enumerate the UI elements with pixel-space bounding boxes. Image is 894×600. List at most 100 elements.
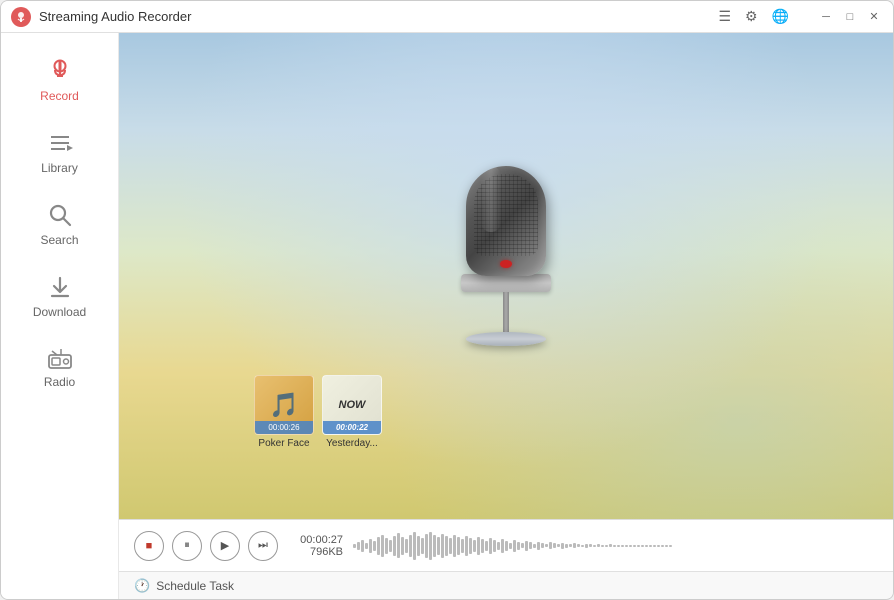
waveform-bar: [653, 545, 656, 547]
record-icon: [47, 57, 73, 83]
play-button[interactable]: ▶: [210, 531, 240, 561]
waveform-bar: [461, 539, 464, 553]
waveform-bar: [369, 539, 372, 553]
waveform-bar: [441, 534, 444, 558]
app-icon: [11, 7, 31, 27]
waveform-bar: [561, 543, 564, 549]
library-icon: [47, 131, 73, 155]
mic-base: [466, 332, 546, 346]
sidebar: Record Library: [1, 33, 119, 599]
sidebar-label-search: Search: [40, 233, 78, 247]
waveform-bar: [565, 544, 568, 548]
waveform-bar: [429, 532, 432, 560]
waveform-bar: [537, 542, 540, 550]
waveform-bar: [453, 535, 456, 557]
waveform-bar: [645, 545, 648, 547]
mic-body: [466, 166, 546, 276]
sidebar-label-download: Download: [33, 305, 86, 319]
schedule-label: Schedule Task: [156, 579, 234, 593]
app-window: Streaming Audio Recorder ☰ ⚙ 🌐 ─ □ ✕: [0, 0, 894, 600]
waveform-bar: [549, 542, 552, 549]
waveform-bar: [541, 543, 544, 548]
thumb-time-2: 00:00:22: [323, 421, 381, 434]
mic-band: [461, 274, 551, 292]
waveform-bar: [605, 545, 608, 547]
mic-stem: [503, 292, 509, 332]
waveform-bar: [505, 541, 508, 551]
pause-button[interactable]: ⏸: [172, 531, 202, 561]
minimize-button[interactable]: ─: [817, 8, 835, 26]
waveform-bar: [669, 545, 672, 547]
waveform-bar: [665, 545, 668, 547]
waveform-bar: [385, 538, 388, 554]
waveform-bar: [497, 542, 500, 550]
waveform-bar: [557, 544, 560, 547]
waveform-bar: [409, 535, 412, 557]
waveform-bar: [353, 544, 356, 548]
schedule-bar[interactable]: 🕐 Schedule Task: [119, 571, 893, 599]
waveform-bar: [633, 545, 636, 547]
waveform-bar: [597, 544, 600, 547]
sidebar-item-record[interactable]: Record: [1, 43, 118, 117]
sidebar-item-radio[interactable]: Radio: [1, 333, 118, 403]
waveform-bar: [629, 545, 632, 547]
waveform-bar: [465, 536, 468, 556]
waveform-bar: [581, 545, 584, 547]
waveform-bar: [513, 540, 516, 552]
waveform-bar: [401, 537, 404, 555]
stop-button[interactable]: ■: [134, 531, 164, 561]
waveform-bar: [625, 545, 628, 547]
sidebar-item-search[interactable]: Search: [1, 189, 118, 261]
waveform-bar: [661, 545, 664, 547]
waveform-bar: [413, 532, 416, 560]
waveform-bar: [397, 533, 400, 558]
waveform-bar: [553, 543, 556, 548]
waveform-bar: [421, 538, 424, 554]
skip-button[interactable]: ⏭: [248, 531, 278, 561]
thumb-label-2: Yesterday...: [326, 438, 378, 449]
waveform-bar: [405, 539, 408, 553]
waveform-bar: [437, 537, 440, 555]
waveform-bar: [573, 543, 576, 548]
waveform-bar: [473, 540, 476, 552]
waveform-bar: [365, 543, 368, 549]
waveform-bar: [589, 544, 592, 547]
waveform-bar: [381, 535, 384, 557]
player-time: 00:00:27: [300, 534, 343, 546]
track-thumbnails: 🎵 00:00:26 Poker Face NOW 00:00:22 Yeste…: [254, 375, 382, 449]
waveform-bar: [389, 540, 392, 552]
waveform-bar: [357, 542, 360, 550]
waveform-bar: [569, 544, 572, 547]
waveform-bar: [361, 540, 364, 552]
menu-icon[interactable]: ☰: [714, 6, 735, 27]
sidebar-item-download[interactable]: Download: [1, 261, 118, 333]
waveform-bar: [393, 536, 396, 556]
app-title: Streaming Audio Recorder: [39, 9, 191, 24]
waveform-bar: [577, 544, 580, 547]
download-icon: [48, 275, 72, 299]
close-button[interactable]: ✕: [865, 8, 883, 26]
player-bar: ■ ⏸ ▶ ⏭ 00:00:27 796KB: [119, 519, 893, 571]
waveform-bar: [649, 545, 652, 547]
thumbnail-yesterday[interactable]: NOW 00:00:22 Yesterday...: [322, 375, 382, 449]
settings-icon[interactable]: ⚙: [741, 6, 762, 27]
title-bar-left: Streaming Audio Recorder: [11, 7, 191, 27]
waveform-bar: [377, 537, 380, 555]
thumbnail-poker-face[interactable]: 🎵 00:00:26 Poker Face: [254, 375, 314, 449]
waveform-bar: [373, 541, 376, 551]
waveform-bar: [425, 534, 428, 558]
sidebar-item-library[interactable]: Library: [1, 117, 118, 189]
waveform-bar: [621, 545, 624, 547]
waveform-bar: [481, 539, 484, 553]
waveform-bar: [601, 545, 604, 547]
waveform-bar: [433, 535, 436, 557]
waveform-bar: [489, 538, 492, 554]
waveform-bar: [613, 545, 616, 547]
waveform-bar: [533, 544, 536, 548]
waveform-bar: [477, 537, 480, 555]
maximize-button[interactable]: □: [841, 8, 859, 26]
waveform-bar: [449, 538, 452, 554]
waveform-bar: [609, 544, 612, 547]
globe-icon[interactable]: 🌐: [768, 6, 793, 27]
waveform-bar: [545, 544, 548, 547]
